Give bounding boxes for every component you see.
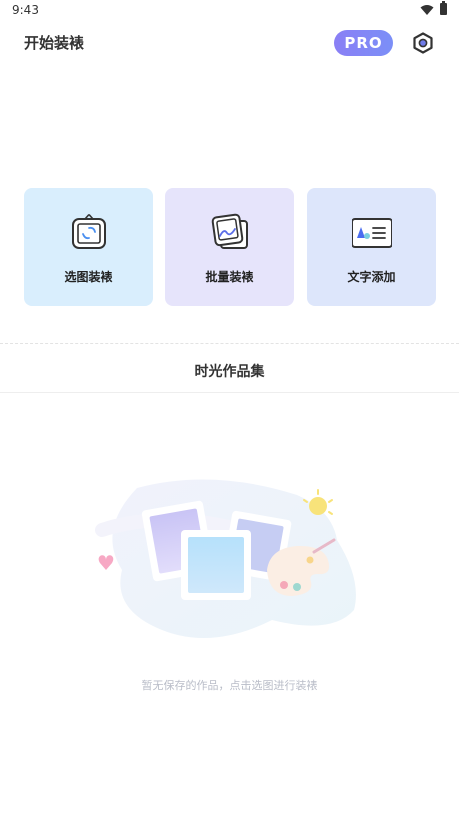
add-text-button[interactable]: 文字添加 (307, 188, 436, 306)
empty-gallery-message: 暂无保存的作品，点击选图进行装裱 (141, 679, 318, 692)
gallery-divider (0, 392, 459, 393)
gallery-title: 时光作品集 (194, 364, 265, 380)
settings-icon[interactable] (411, 31, 435, 55)
pro-button[interactable]: PRO (334, 30, 393, 56)
status-bar: 9:43 (0, 0, 459, 22)
action-cards: 选图装裱 批量装裱 文字添加 (24, 188, 436, 306)
status-time: 9:43 (12, 3, 39, 17)
select-image-frame-icon (72, 213, 106, 249)
batch-frame-label: 批量装裱 (205, 270, 254, 284)
add-text-label: 文字添加 (347, 270, 396, 284)
select-image-frame-label: 选图装裱 (64, 270, 113, 284)
batch-frame-button[interactable]: 批量装裱 (165, 188, 294, 306)
app-header: 开始装裱 PRO (0, 22, 459, 64)
empty-gallery-illustration (95, 479, 356, 638)
batch-frame-icon (211, 213, 248, 249)
add-text-card-icon (352, 218, 392, 248)
section-divider (0, 343, 459, 344)
select-image-frame-button[interactable]: 选图装裱 (24, 188, 153, 306)
page-title: 开始装裱 (24, 34, 85, 52)
battery-icon (440, 1, 447, 15)
wifi-icon (420, 5, 434, 15)
